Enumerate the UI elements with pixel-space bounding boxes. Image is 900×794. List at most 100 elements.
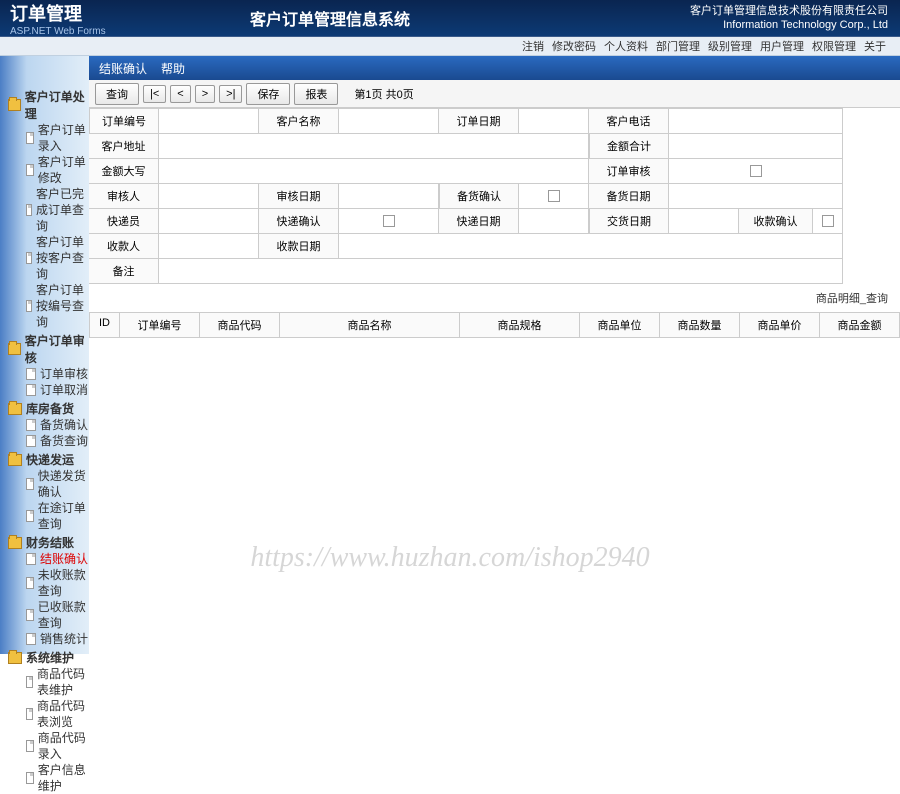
label-order-no: 订单编号 [89, 108, 159, 134]
field-express-date[interactable] [519, 209, 589, 234]
check-express-confirm[interactable] [339, 209, 439, 234]
check-receipt-confirm[interactable] [813, 209, 843, 234]
tree-folder[interactable]: 财务结账 [8, 534, 89, 551]
field-order-date[interactable] [519, 108, 589, 134]
field-cust-name[interactable] [339, 108, 439, 134]
checkbox-icon[interactable] [383, 215, 395, 227]
file-icon [26, 435, 36, 447]
checkbox-icon[interactable] [750, 165, 762, 177]
check-order-audit[interactable] [669, 159, 843, 184]
field-payee[interactable] [159, 234, 259, 259]
next-button[interactable]: > [195, 85, 215, 103]
checkbox-icon[interactable] [822, 215, 834, 227]
last-button[interactable]: >| [219, 85, 242, 103]
tree-item[interactable]: 销售统计 [8, 631, 89, 647]
detail-title[interactable]: 商品明细_查询 [89, 284, 900, 312]
topnav-item[interactable]: 个人资料 [604, 41, 648, 53]
topnav-item[interactable]: 用户管理 [760, 41, 804, 53]
detail-col-head: 商品单位 [580, 313, 660, 338]
detail-col-head: 商品单价 [740, 313, 820, 338]
file-icon [26, 204, 32, 216]
file-icon [26, 577, 34, 589]
first-button[interactable]: |< [143, 85, 166, 103]
tree-item[interactable]: 客户已完成订单查询 [8, 186, 89, 234]
tree-item[interactable]: 商品代码表维护 [8, 666, 89, 698]
label-auditor: 审核人 [89, 184, 159, 209]
logo-sub: ASP.NET Web Forms [10, 26, 180, 37]
label-order-audit: 订单审核 [589, 159, 669, 184]
report-button[interactable]: 报表 [294, 83, 338, 105]
field-deliver-date[interactable] [669, 209, 739, 234]
label-prep-confirm: 备货确认 [439, 184, 519, 209]
tree-item[interactable]: 商品代码录入 [8, 730, 89, 762]
folder-icon [8, 454, 22, 466]
tree-item[interactable]: 未收账款查询 [8, 567, 89, 599]
topnav-item[interactable]: 修改密码 [552, 41, 596, 53]
detail-col-head: 订单编号 [120, 313, 200, 338]
tree-item[interactable]: 客户订单按编号查询 [8, 282, 89, 330]
tab-title[interactable]: 结账确认 [99, 60, 147, 77]
label-remark: 备注 [89, 259, 159, 284]
save-button[interactable]: 保存 [246, 83, 290, 105]
file-icon [26, 164, 34, 176]
tree-item[interactable]: 客户信息维护 [8, 762, 89, 794]
folder-icon [8, 99, 21, 111]
field-auditor[interactable] [159, 184, 259, 209]
logo-title: 订单管理 [10, 0, 180, 26]
file-icon [26, 419, 36, 431]
label-prep-date: 备货日期 [589, 184, 669, 209]
field-cust-phone[interactable] [669, 108, 843, 134]
check-prep-confirm[interactable] [519, 184, 589, 209]
field-remark[interactable] [159, 259, 843, 284]
field-audit-date[interactable] [339, 184, 439, 209]
topnav-item[interactable]: 权限管理 [812, 41, 856, 53]
tree-folder[interactable]: 客户订单处理 [8, 88, 89, 122]
label-receipt-date: 收款日期 [259, 234, 339, 259]
tree-item[interactable]: 快递发货确认 [8, 468, 89, 500]
tree-item[interactable]: 订单审核 [8, 366, 89, 382]
topnav-item[interactable]: 级别管理 [708, 41, 752, 53]
tree-folder[interactable]: 系统维护 [8, 649, 89, 666]
tree-item[interactable]: 备货查询 [8, 433, 89, 449]
tree-item[interactable]: 客户订单按客户查询 [8, 234, 89, 282]
tree-folder[interactable]: 库房备货 [8, 400, 89, 417]
file-icon [26, 740, 34, 752]
tree-item[interactable]: 订单取消 [8, 382, 89, 398]
tree-item[interactable]: 已收账款查询 [8, 599, 89, 631]
tree-folder[interactable]: 快递发运 [8, 451, 89, 468]
topnav-item[interactable]: 部门管理 [656, 41, 700, 53]
tab-help[interactable]: 帮助 [161, 60, 185, 77]
tree-item[interactable]: 在途订单查询 [8, 500, 89, 532]
label-cust-addr: 客户地址 [89, 134, 159, 159]
file-icon [26, 132, 34, 144]
file-icon [26, 708, 33, 720]
tree-item[interactable]: 客户订单修改 [8, 154, 89, 186]
label-payee: 收款人 [89, 234, 159, 259]
field-amt-upper[interactable] [159, 159, 589, 184]
file-icon [26, 384, 36, 396]
topnav-item[interactable]: 关于 [864, 41, 886, 53]
tree-folder[interactable]: 客户订单审核 [8, 332, 89, 366]
checkbox-icon[interactable] [548, 190, 560, 202]
query-button[interactable]: 查询 [95, 83, 139, 105]
file-icon [26, 553, 36, 565]
file-icon [26, 368, 36, 380]
label-express-confirm: 快递确认 [259, 209, 339, 234]
topnav: 注销修改密码个人资料部门管理级别管理用户管理权限管理关于 [0, 36, 900, 56]
folder-icon [8, 537, 22, 549]
field-prep-date[interactable] [669, 184, 843, 209]
field-receipt-date[interactable] [339, 234, 843, 259]
tree-item[interactable]: 备货确认 [8, 417, 89, 433]
file-icon [26, 609, 34, 621]
tree-item[interactable]: 客户订单录入 [8, 122, 89, 154]
prev-button[interactable]: < [170, 85, 190, 103]
field-express-man[interactable] [159, 209, 259, 234]
topnav-item[interactable]: 注销 [522, 41, 544, 53]
detail-col-head: 商品名称 [280, 313, 460, 338]
tree-item[interactable]: 商品代码表浏览 [8, 698, 89, 730]
field-total-amt[interactable] [669, 134, 843, 159]
folder-icon [8, 652, 22, 664]
field-cust-addr[interactable] [159, 134, 589, 159]
tree-item[interactable]: 结账确认 [8, 551, 89, 567]
field-order-no[interactable] [159, 108, 259, 134]
